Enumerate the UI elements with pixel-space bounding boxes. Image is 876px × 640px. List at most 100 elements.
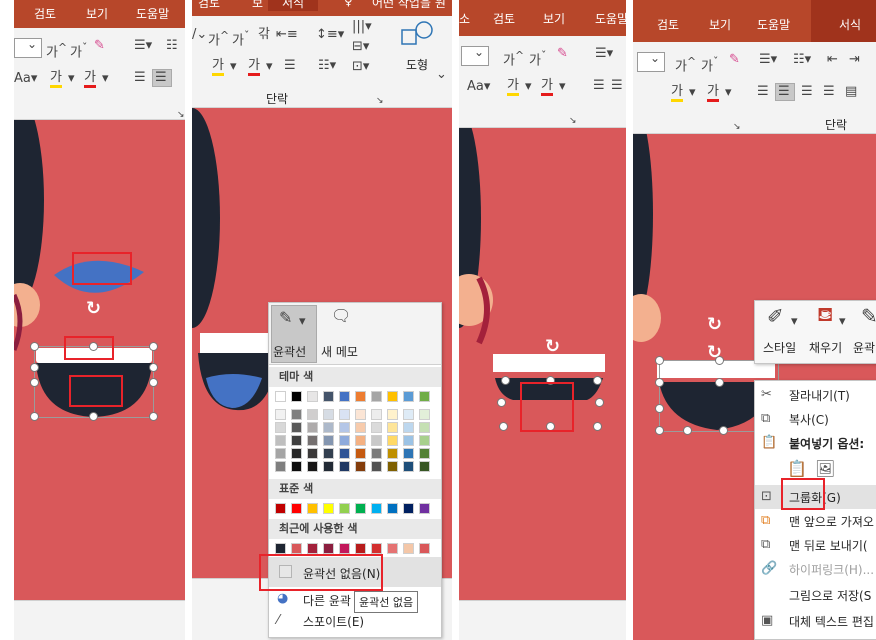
change-case-icon[interactable]: Aa▾ [14, 72, 37, 86]
align-left-icon[interactable]: ☰ [757, 85, 769, 99]
tab-partial[interactable]: 소 [459, 10, 470, 27]
tab-format[interactable]: 서식 [268, 0, 319, 11]
resize-handle[interactable] [655, 378, 664, 387]
clear-format-icon[interactable]: ✎ [94, 39, 105, 53]
color-swatch[interactable] [291, 461, 302, 472]
clear-format-icon[interactable]: ✎ [729, 53, 740, 67]
color-swatch[interactable] [371, 409, 382, 420]
columns-icon[interactable]: ☷▾ [318, 59, 336, 73]
tab-view[interactable]: 보기 [543, 10, 565, 27]
align-center-icon[interactable]: ☰ [611, 79, 623, 93]
bring-front-item[interactable]: 맨 앞으로 가져오 [789, 513, 874, 530]
lightbulb-icon[interactable]: ♀ [344, 0, 353, 8]
color-swatch[interactable] [323, 503, 334, 514]
color-swatch[interactable] [307, 422, 318, 433]
slide-canvas[interactable]: ↻ [14, 120, 185, 600]
color-swatch[interactable] [419, 448, 430, 459]
highlight-dropdown-icon[interactable]: ▾ [689, 86, 696, 100]
tab-help[interactable]: 도움말 [136, 5, 169, 22]
hyperlink-item[interactable]: 하이퍼링크(H)... [789, 561, 874, 578]
increase-indent-icon[interactable]: ⇥ [849, 53, 860, 67]
color-swatch[interactable] [291, 391, 302, 402]
resize-handle[interactable] [683, 426, 692, 435]
bullets-icon[interactable]: ☰▾ [595, 47, 613, 61]
font-shrink-icon[interactable]: 가ˇ [701, 55, 718, 74]
color-swatch[interactable] [403, 461, 414, 472]
shapes-icon[interactable] [400, 20, 436, 50]
shapes-label[interactable]: 도형 [406, 56, 428, 73]
copy-item[interactable]: 복사(C) [789, 411, 829, 428]
color-swatch[interactable] [291, 543, 302, 554]
text-direction-icon[interactable]: |||▾ [352, 20, 372, 34]
tab-review[interactable]: 검토 [34, 5, 56, 22]
align-left-icon[interactable]: ☰ [134, 71, 146, 85]
font-color-icon[interactable]: 가 [84, 71, 96, 88]
font-size-dropdown[interactable] [461, 45, 489, 66]
color-swatch[interactable] [419, 409, 430, 420]
resize-handle[interactable] [497, 398, 506, 407]
color-swatch[interactable] [339, 409, 350, 420]
highlight-dropdown-icon[interactable]: ▾ [525, 80, 532, 94]
resize-handle[interactable] [149, 363, 158, 372]
color-swatch[interactable] [291, 422, 302, 433]
color-swatch[interactable] [323, 435, 334, 446]
font-shrink-icon[interactable]: 가ˇ [529, 49, 546, 68]
color-swatch[interactable] [371, 422, 382, 433]
color-swatch[interactable] [339, 391, 350, 402]
font-shrink-icon[interactable]: 가ˇ [70, 41, 87, 60]
color-swatch[interactable] [307, 391, 318, 402]
more-colors-label[interactable]: 다른 윤곽 [303, 592, 351, 609]
color-swatch[interactable] [403, 409, 414, 420]
color-swatch[interactable] [419, 461, 430, 472]
color-swatch[interactable] [291, 435, 302, 446]
fill-bucket-icon[interactable]: ⛾ [817, 304, 833, 324]
tab-review[interactable]: 검토 [657, 16, 679, 33]
color-swatch[interactable] [339, 448, 350, 459]
eyedropper-label[interactable]: 스포이트(E) [303, 613, 364, 630]
tab-review[interactable]: 검토 [493, 10, 515, 27]
tell-me-search[interactable]: 어떤 작업을 원 [372, 0, 446, 11]
numbering-icon[interactable]: ☷ [166, 39, 178, 53]
font-grow-icon[interactable]: 가^ [675, 55, 696, 74]
tab-help[interactable]: 도움말 [595, 10, 626, 27]
tab-view[interactable]: 보기 [86, 5, 108, 22]
rotate-handle-icon[interactable]: ↻ [545, 336, 560, 357]
font-color-icon[interactable]: 가 [541, 79, 553, 96]
dialog-launcher-icon[interactable]: ↘ [569, 114, 577, 128]
color-swatch[interactable] [307, 435, 318, 446]
font-color-icon[interactable]: 가 [707, 85, 719, 102]
align-right-icon[interactable]: ☰ [801, 85, 813, 99]
color-swatch[interactable] [323, 543, 334, 554]
bullets-icon[interactable]: ☰▾ [759, 53, 777, 67]
resize-handle[interactable] [149, 342, 158, 351]
color-swatch[interactable] [291, 448, 302, 459]
color-swatch[interactable] [371, 435, 382, 446]
color-swatch[interactable] [275, 409, 286, 420]
smartart-icon[interactable]: ⊡▾ [352, 60, 369, 74]
highlight-dropdown-icon[interactable]: ▾ [68, 72, 75, 86]
font-color-dropdown-icon[interactable]: ▾ [725, 86, 732, 100]
color-swatch[interactable] [339, 543, 350, 554]
color-swatch[interactable] [403, 422, 414, 433]
shapes-dropdown-icon[interactable]: ⌄ [436, 68, 447, 82]
color-swatch[interactable] [323, 448, 334, 459]
color-swatch[interactable] [371, 503, 382, 514]
color-swatch[interactable] [291, 503, 302, 514]
outline-pen-icon[interactable]: ✎ [861, 306, 876, 326]
font-color-dropdown-icon[interactable]: ▾ [102, 72, 109, 86]
resize-handle[interactable] [655, 426, 664, 435]
color-swatch[interactable] [275, 435, 286, 446]
font-size-dropdown-icon[interactable]: /⌄ [192, 28, 207, 42]
resize-handle[interactable] [715, 356, 724, 365]
color-swatch[interactable] [387, 409, 398, 420]
dialog-launcher-icon[interactable]: ↘ [733, 120, 741, 134]
resize-handle[interactable] [149, 378, 158, 387]
resize-handle[interactable] [593, 422, 602, 431]
outline-dropdown-icon[interactable]: ▾ [299, 315, 306, 329]
color-swatch[interactable] [275, 422, 286, 433]
rotate-handle-icon[interactable]: ↻ [86, 298, 101, 319]
align-center-icon[interactable]: ☰ [778, 85, 790, 99]
tab-view[interactable]: 보 [252, 0, 263, 11]
pen-outline-icon[interactable]: ✎ [279, 310, 292, 326]
font-size-dropdown[interactable] [637, 51, 665, 72]
